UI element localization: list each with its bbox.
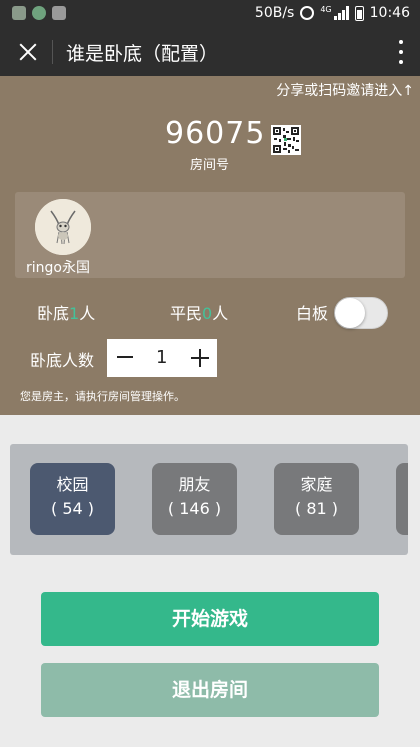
civilian-summary: 平民0人	[170, 304, 229, 323]
category-count: ( 81 )	[294, 499, 338, 518]
signal-icon	[333, 6, 349, 20]
category-card[interactable]: 家庭 ( 81 )	[274, 463, 359, 535]
share-hint: 分享或扫码邀请进入↑	[276, 83, 414, 99]
category-card[interactable]: 朋友 ( 146 )	[152, 463, 237, 535]
more-vertical-icon[interactable]	[398, 40, 404, 64]
gallery-notification-icon	[52, 6, 66, 20]
spy-count: 1	[69, 304, 80, 323]
spy-count-stepper: 1	[107, 339, 217, 377]
civilian-count: 0	[202, 304, 213, 323]
notification-icons	[12, 6, 66, 20]
room-number-label: 房间号	[190, 158, 230, 173]
header-divider	[52, 40, 53, 64]
page-title: 谁是卧底（配置）	[66, 43, 219, 65]
blank-toggle[interactable]	[334, 297, 388, 329]
alarm-icon	[300, 6, 315, 20]
room-panel: 分享或扫码邀请进入↑ 96075 房间号 ringo永国 卧底1人 平民0人 白…	[0, 76, 420, 415]
plus-icon[interactable]	[191, 349, 209, 367]
close-icon[interactable]	[14, 38, 42, 66]
top-navigation-bar: 谁是卧底（配置）	[0, 28, 420, 76]
category-card-partial[interactable]	[396, 463, 408, 535]
status-bar: 50B/s 4G 10:46	[0, 0, 420, 28]
category-count: ( 146 )	[167, 499, 222, 518]
battery-icon	[354, 5, 364, 21]
network-speed: 50B/s	[254, 5, 295, 21]
owner-note: 您是房主，请执行房间管理操作。	[20, 390, 185, 403]
spy-summary: 卧底1人	[37, 304, 96, 323]
role-summary: 卧底1人 平民0人 白板	[0, 297, 420, 329]
clock: 10:46	[369, 5, 410, 21]
start-game-button[interactable]: 开始游戏	[41, 592, 379, 646]
wechat-notification-icon	[32, 6, 46, 20]
category-selector: 校园 ( 54 ) 朋友 ( 146 ) 家庭 ( 81 )	[10, 444, 408, 555]
room-number: 96075	[165, 116, 266, 151]
avatar	[35, 199, 91, 255]
category-name: 朋友	[178, 475, 211, 494]
category-card[interactable]: 校园 ( 54 )	[30, 463, 115, 535]
blank-label: 白板	[296, 304, 329, 323]
app-notification-icon	[12, 6, 26, 20]
category-count: ( 54 )	[50, 499, 94, 518]
category-name: 校园	[56, 475, 89, 494]
player-name: ringo永国	[26, 260, 90, 276]
minus-icon[interactable]	[117, 356, 133, 358]
category-name: 家庭	[300, 475, 333, 494]
stepper-value: 1	[156, 347, 168, 368]
network-type: 4G	[320, 5, 332, 14]
player-list: ringo永国	[15, 192, 405, 278]
exit-room-button[interactable]: 退出房间	[41, 663, 379, 717]
toggle-knob	[335, 298, 365, 328]
spy-count-label: 卧底人数	[30, 351, 95, 370]
qr-code-icon[interactable]	[271, 125, 301, 155]
